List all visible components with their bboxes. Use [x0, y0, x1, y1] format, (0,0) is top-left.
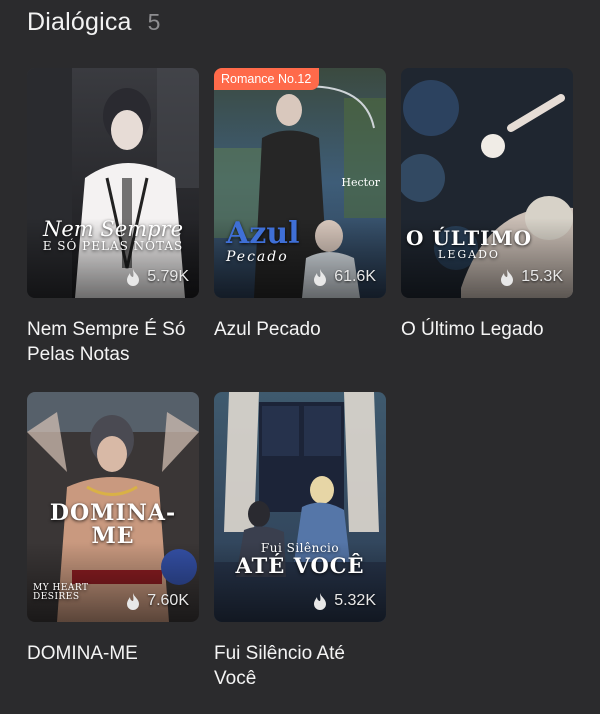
- section-title: Dialógica: [27, 8, 132, 36]
- reads-count: 7.60K: [147, 592, 189, 609]
- fire-icon: [314, 269, 327, 286]
- ranking-badge: Romance No.12: [214, 68, 320, 90]
- cover-title: DOMINA-ME: [49, 500, 177, 550]
- cover-title: Nem Sempre E SÓ PELAS NOTAS: [42, 217, 184, 254]
- book-card-domina-me[interactable]: DOMINA-ME MY HEART DESIRES 7.60K DOMINA-…: [27, 392, 199, 666]
- reads-stat: 5.79K: [125, 268, 189, 286]
- section-header: Dialógica 5: [27, 8, 160, 37]
- book-title[interactable]: Fui Silêncio Até Você: [214, 641, 386, 691]
- book-title[interactable]: DOMINA-ME: [27, 641, 199, 666]
- book-cover[interactable]: Romance No.12 Hector Azul Pecado 61.6K: [214, 68, 386, 298]
- reads-stat: 5.32K: [312, 592, 376, 610]
- book-title[interactable]: Azul Pecado: [214, 317, 386, 342]
- book-card-azul-pecado[interactable]: Romance No.12 Hector Azul Pecado 61.6K A…: [214, 68, 386, 342]
- cover-author: Hector: [341, 176, 380, 189]
- cover-subtitle: MY HEART DESIRES: [33, 583, 89, 603]
- book-card-o-ultimo-legado[interactable]: O ÚLTIMO LEGADO 15.3K O Último Legado: [401, 68, 573, 342]
- book-cover[interactable]: Nem Sempre E SÓ PELAS NOTAS 5.79K: [27, 68, 199, 298]
- cover-title: Azul Pecado: [226, 216, 300, 265]
- cover-title: O ÚLTIMO LEGADO: [405, 226, 533, 261]
- reads-count: 5.79K: [147, 268, 189, 285]
- book-cover[interactable]: DOMINA-ME MY HEART DESIRES 7.60K: [27, 392, 199, 622]
- reads-count: 61.6K: [334, 268, 376, 285]
- fire-icon: [314, 593, 327, 610]
- book-cover[interactable]: Fui Silêncio ATÉ VOCÊ 5.32K: [214, 392, 386, 622]
- reads-stat: 61.6K: [312, 268, 376, 286]
- fire-icon: [127, 269, 140, 286]
- book-title[interactable]: O Último Legado: [401, 317, 573, 342]
- section-count: 5: [147, 9, 161, 35]
- fire-icon: [127, 593, 140, 610]
- book-cover[interactable]: O ÚLTIMO LEGADO 15.3K: [401, 68, 573, 298]
- reads-stat: 7.60K: [125, 592, 189, 610]
- reads-count: 15.3K: [521, 268, 563, 285]
- reads-count: 5.32K: [334, 592, 376, 609]
- book-title[interactable]: Nem Sempre É Só Pelas Notas: [27, 317, 199, 367]
- cover-title: Fui Silêncio ATÉ VOCÊ: [235, 541, 365, 578]
- book-card-nem-sempre[interactable]: Nem Sempre E SÓ PELAS NOTAS 5.79K Nem Se…: [27, 68, 199, 367]
- book-card-fui-silencio[interactable]: Fui Silêncio ATÉ VOCÊ 5.32K Fui Silêncio…: [214, 392, 386, 691]
- reads-stat: 15.3K: [499, 268, 563, 286]
- fire-icon: [501, 269, 514, 286]
